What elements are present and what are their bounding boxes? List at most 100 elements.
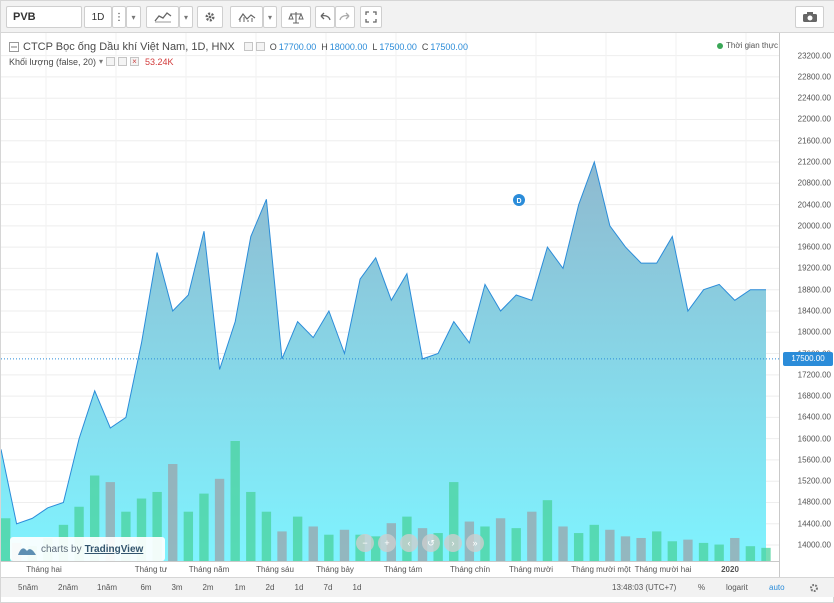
time-tick-label: Tháng mười xyxy=(509,565,553,574)
close-label: C xyxy=(421,41,429,52)
volume-bar xyxy=(698,542,709,561)
gear-icon xyxy=(205,12,215,22)
range-2d-button[interactable]: 2d xyxy=(266,583,275,592)
status-dot-icon xyxy=(717,42,723,49)
open-value: 17700.00 xyxy=(278,41,317,52)
settings-mini-icon[interactable] xyxy=(117,57,127,66)
price-tick-label: 20000.00 xyxy=(797,221,831,231)
time-tick-label: Tháng năm xyxy=(188,565,230,574)
range-1m-button[interactable]: 1m xyxy=(234,583,245,592)
price-axis[interactable]: 23200.00 22800.00 22400.00 22000.00 21600.00… xyxy=(779,33,834,577)
indicators-button[interactable] xyxy=(230,6,263,28)
tradingview-logo-icon xyxy=(18,547,36,555)
collapse-icon[interactable] xyxy=(9,41,19,52)
scroll-to-end-button[interactable]: » xyxy=(466,534,484,552)
volume-bar xyxy=(214,478,225,561)
volume-bar xyxy=(667,541,678,561)
undo-button[interactable] xyxy=(315,6,335,28)
price-tick-label: 15600.00 xyxy=(797,455,831,465)
close-icon[interactable]: × xyxy=(129,57,139,66)
range-7d-button[interactable]: 7d xyxy=(324,583,333,592)
volume-bar xyxy=(199,493,209,561)
symbol-search-input[interactable]: PVB xyxy=(6,6,82,28)
price-tick-label: 22800.00 xyxy=(797,72,831,82)
area-chart-icon xyxy=(153,12,171,23)
chevron-down-icon: ▾ xyxy=(267,12,272,22)
eye-icon[interactable] xyxy=(105,57,115,66)
volume-bar xyxy=(1,518,11,561)
price-tick-label: 18800.00 xyxy=(797,285,831,295)
snapshot-button[interactable] xyxy=(795,6,824,28)
settings-gear-icon[interactable] xyxy=(808,582,820,594)
scroll-right-button[interactable]: › xyxy=(444,534,462,552)
interval-button[interactable]: 1D xyxy=(84,6,112,28)
interval-text: 1D xyxy=(91,11,105,23)
price-tick-label: 21600.00 xyxy=(797,136,831,146)
volume-bar xyxy=(339,529,350,561)
volume-value: 53.24K xyxy=(144,56,174,67)
price-tick-label: 15200.00 xyxy=(797,476,831,486)
volume-bar xyxy=(589,524,599,561)
range-6m-button[interactable]: 6m xyxy=(140,583,151,592)
range-1d-button[interactable]: 1d xyxy=(295,583,304,592)
scroll-left-button[interactable]: ‹ xyxy=(400,534,418,552)
time-tick-label: 2020 xyxy=(721,565,739,574)
volume-bar xyxy=(761,547,771,561)
reset-button[interactable]: ↺ xyxy=(422,534,440,552)
price-tick-label: 22400.00 xyxy=(797,93,831,103)
last-price-tag: 17500.00 xyxy=(783,351,833,366)
redo-button[interactable] xyxy=(335,6,355,28)
price-tick-label: 14400.00 xyxy=(797,519,831,529)
volume-bar xyxy=(620,536,631,561)
fullscreen-button[interactable] xyxy=(360,6,382,28)
brand-prefix: charts by xyxy=(41,543,82,555)
chevron-down-icon[interactable]: ▾ xyxy=(99,57,103,66)
settings-button[interactable] xyxy=(197,6,223,28)
more-dots-icon: ⋮ xyxy=(114,11,124,23)
tradingview-brand[interactable]: charts by TradingView xyxy=(10,537,165,561)
volume-bar xyxy=(292,516,303,561)
chart-type-dropdown[interactable]: ▾ xyxy=(179,6,193,28)
range-5y-button[interactable]: 5năm xyxy=(18,583,38,592)
price-tick-label: 23200.00 xyxy=(797,51,831,61)
brand-link[interactable]: TradingView xyxy=(85,544,144,555)
auto-scale-toggle[interactable]: auto xyxy=(769,583,785,592)
range-1y-button[interactable]: 1năm xyxy=(97,583,117,592)
compare-button[interactable] xyxy=(281,6,311,28)
camera-icon xyxy=(802,12,817,22)
price-tick-label: 19200.00 xyxy=(797,263,831,273)
chart-pane[interactable]: D xyxy=(1,33,779,577)
time-axis[interactable]: Tháng hai Tháng tư Tháng năm Tháng sáu Tháng… xyxy=(1,561,779,577)
indicators-dropdown[interactable]: ▾ xyxy=(263,6,277,28)
log-toggle[interactable]: logarit xyxy=(726,583,748,592)
chart-navigation: − + ‹ ↺ › » xyxy=(356,534,484,552)
chevron-down-icon: ▾ xyxy=(131,12,136,22)
price-tick-label: 14800.00 xyxy=(797,497,831,507)
volume-bar xyxy=(558,526,568,561)
legend-volume-row: Khối lượng (false, 20) ▾ × 53.24K xyxy=(9,54,468,69)
volume-bar xyxy=(652,531,662,561)
price-tick-label: 21200.00 xyxy=(797,157,831,167)
price-tick-label: 16400.00 xyxy=(797,412,831,422)
range-1d-alt-button[interactable]: 1d xyxy=(353,583,362,592)
percent-toggle[interactable]: % xyxy=(698,583,705,592)
time-tick-label: Tháng mười hai xyxy=(634,565,692,574)
volume-bar xyxy=(277,531,287,561)
dividend-marker[interactable]: D xyxy=(513,194,525,206)
range-3m-button[interactable]: 3m xyxy=(171,583,182,592)
redo-icon xyxy=(339,12,350,21)
interval-more-button[interactable]: ⋮ xyxy=(112,6,126,28)
eye-icon[interactable] xyxy=(243,42,253,51)
zoom-in-button[interactable]: + xyxy=(378,534,396,552)
interval-dropdown-button[interactable]: ▾ xyxy=(126,6,141,28)
settings-mini-icon[interactable] xyxy=(255,42,265,51)
zoom-out-button[interactable]: − xyxy=(356,534,374,552)
price-chart[interactable]: D xyxy=(1,33,779,561)
chart-type-button[interactable] xyxy=(146,6,179,28)
tradingview-widget: PVB 1D ⋮ ▾ ▾ ▾ D CTCP Bọc ống Dầu khí Vi… xyxy=(0,0,834,603)
range-2y-button[interactable]: 2năm xyxy=(58,583,78,592)
range-2m-button[interactable]: 2m xyxy=(202,583,213,592)
legend-title: CTCP Bọc ống Dầu khí Việt Nam, 1D, HNX xyxy=(23,40,235,53)
clock-readout: 13:48:03 (UTC+7) xyxy=(612,583,677,592)
price-tick-label: 20400.00 xyxy=(797,200,831,210)
